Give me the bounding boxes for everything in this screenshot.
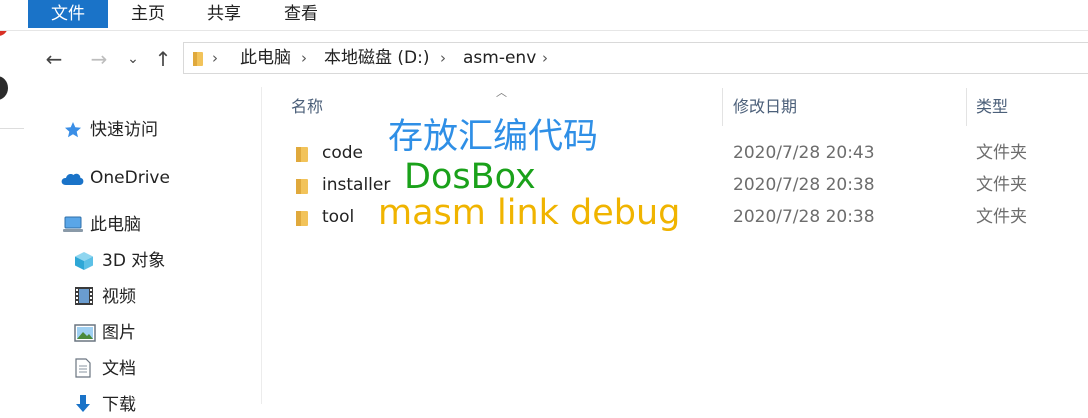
sidebar-item-label: 视频 (102, 287, 136, 307)
document-icon (75, 358, 91, 378)
forward-arrow-icon: → (90, 47, 108, 71)
sidebar-item-label: 下载 (102, 395, 136, 415)
breadcrumb-drive-d[interactable]: 本地磁盘 (D:) (324, 43, 430, 73)
ribbon-divider (0, 30, 1088, 31)
annotation-tool: masm link debug (378, 193, 681, 233)
column-divider[interactable] (722, 88, 723, 126)
file-modified: 2020/7/28 20:38 (733, 175, 875, 195)
up-arrow-icon: ↑ (154, 47, 172, 71)
sidebar-item-downloads[interactable]: 下载 (74, 392, 254, 418)
recent-locations-button[interactable]: ⌄ (124, 44, 142, 74)
sidebar-item-videos[interactable]: 视频 (74, 284, 254, 310)
file-type: 文件夹 (976, 175, 1027, 195)
up-button[interactable]: ↑ (150, 44, 176, 74)
sidebar-item-pictures[interactable]: 图片 (74, 320, 254, 346)
file-name[interactable]: code (322, 138, 363, 168)
column-header-type[interactable]: 类型 (976, 96, 1008, 118)
picture-icon (74, 324, 96, 342)
folder-icon (296, 147, 308, 162)
ribbon-tabs: 文件 主页 共享 查看 (0, 0, 1088, 30)
computer-icon (63, 216, 83, 232)
column-header-modified[interactable]: 修改日期 (733, 96, 797, 118)
file-name[interactable]: tool (322, 202, 354, 232)
tab-share[interactable]: 共享 (196, 0, 252, 28)
sidebar-item-documents[interactable]: 文档 (74, 356, 254, 382)
tab-view[interactable]: 查看 (273, 0, 329, 28)
folder-icon (296, 179, 308, 194)
sort-ascending-icon: ︿ (496, 86, 507, 99)
avatar (0, 76, 8, 100)
column-header-name[interactable]: 名称 (291, 96, 323, 118)
sidebar-item-label: OneDrive (90, 168, 170, 188)
folder-icon (296, 211, 308, 226)
chevron-down-icon: ⌄ (127, 51, 139, 67)
back-arrow-icon: ← (45, 47, 63, 71)
file-modified: 2020/7/28 20:38 (733, 207, 875, 227)
tab-home[interactable]: 主页 (120, 0, 176, 28)
pane-splitter[interactable] (261, 87, 262, 404)
address-bar[interactable]: › 此电脑 › 本地磁盘 (D:) › asm-env › (183, 42, 1088, 74)
tab-file[interactable]: 文件 (28, 0, 108, 28)
annotation-code: 存放汇编代码 (388, 117, 599, 157)
divider (0, 128, 24, 129)
breadcrumb-separator: › (301, 49, 307, 67)
breadcrumb-separator: › (440, 49, 446, 67)
star-icon (65, 122, 81, 138)
file-type: 文件夹 (976, 143, 1027, 163)
sidebar-item-label: 文档 (102, 359, 136, 379)
breadcrumb-separator: › (542, 49, 548, 67)
file-type: 文件夹 (976, 207, 1027, 227)
cube-icon (75, 252, 93, 270)
sidebar-item-quick-access[interactable]: 快速访问 (64, 117, 254, 143)
column-divider[interactable] (966, 88, 967, 126)
download-icon (76, 395, 90, 412)
film-icon (75, 287, 93, 305)
sidebar-item-3d-objects[interactable]: 3D 对象 (74, 248, 254, 274)
sidebar-item-label: 此电脑 (90, 215, 141, 235)
breadcrumb-asm-env[interactable]: asm-env (463, 43, 536, 73)
sidebar-item-label: 3D 对象 (102, 251, 166, 271)
forward-button[interactable]: → (86, 44, 112, 74)
breadcrumb-separator: › (212, 49, 218, 67)
sidebar-item-this-pc[interactable]: 此电脑 (62, 212, 252, 238)
file-modified: 2020/7/28 20:43 (733, 143, 875, 163)
breadcrumb-this-pc[interactable]: 此电脑 (240, 43, 291, 73)
annotation-installer: DosBox (404, 157, 536, 197)
sidebar-item-onedrive[interactable]: OneDrive (60, 165, 250, 191)
sidebar-item-label: 快速访问 (90, 120, 158, 140)
cloud-icon (61, 173, 84, 185)
folder-icon (193, 52, 203, 66)
sidebar-item-label: 图片 (102, 323, 136, 343)
back-button[interactable]: ← (40, 44, 68, 74)
